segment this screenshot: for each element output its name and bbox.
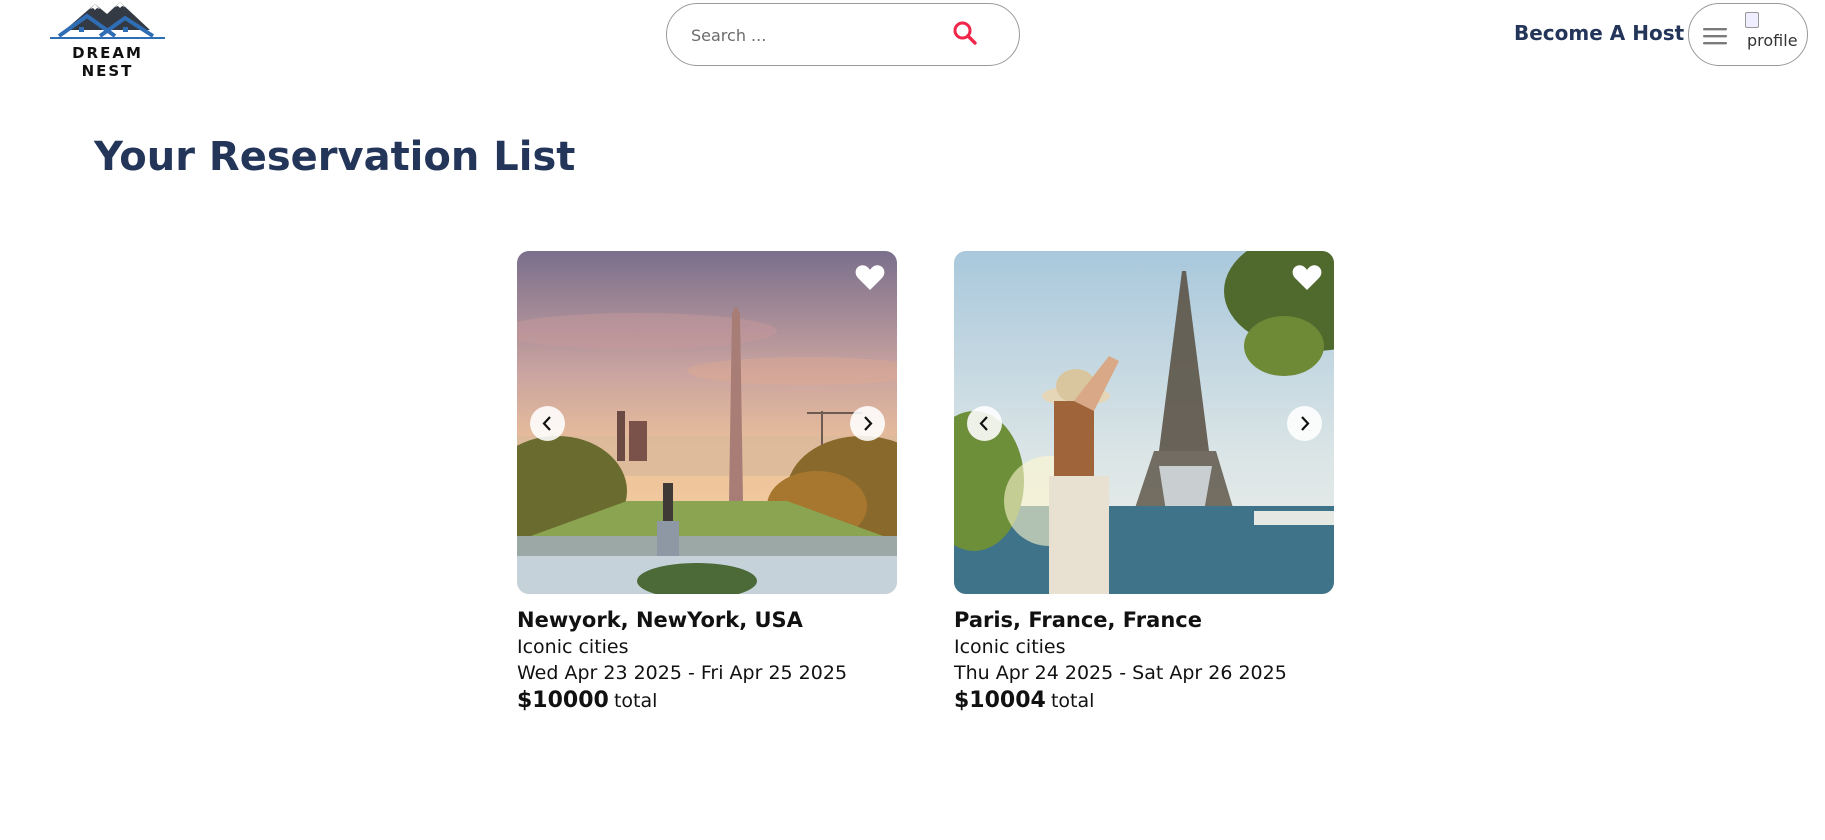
- reservation-info: Newyork, NewYork, USA Iconic cities Wed …: [517, 608, 897, 713]
- reservation-price: $10000: [517, 688, 609, 713]
- carousel-prev-button[interactable]: [967, 406, 1002, 441]
- reservation-info: Paris, France, France Iconic cities Thu …: [954, 608, 1334, 713]
- broken-image-icon: [1745, 12, 1759, 28]
- heart-icon[interactable]: [855, 263, 885, 291]
- reservation-card[interactable]: Newyork, NewYork, USA Iconic cities Wed …: [517, 251, 897, 713]
- carousel-next-button[interactable]: [850, 406, 885, 441]
- chevron-left-icon: [979, 416, 988, 431]
- page-title: Your Reservation List: [94, 134, 576, 180]
- reservation-location: Paris, France, France: [954, 608, 1202, 632]
- profile-avatar: profile: [1745, 12, 1799, 58]
- chevron-left-icon: [542, 416, 551, 431]
- listing-photo: [517, 251, 897, 594]
- reservation-price-row: $10000 total: [517, 688, 897, 713]
- house-mountain-logo-icon: [50, 2, 165, 39]
- reservation-dates: Thu Apr 24 2025 - Sat Apr 26 2025: [954, 662, 1287, 684]
- heart-icon[interactable]: [1292, 263, 1322, 291]
- profile-alt-text: profile: [1747, 31, 1798, 50]
- reservation-price-row: $10004 total: [954, 688, 1334, 713]
- account-menu-button[interactable]: profile: [1688, 3, 1808, 66]
- price-suffix: total: [613, 690, 658, 712]
- chevron-right-icon: [1301, 416, 1310, 431]
- reservation-category: Iconic cities: [954, 636, 1066, 658]
- price-suffix: total: [1050, 690, 1095, 712]
- listing-photo-carousel: [517, 251, 897, 594]
- reservation-card[interactable]: Paris, France, France Iconic cities Thu …: [954, 251, 1334, 713]
- search-input[interactable]: [691, 22, 931, 48]
- become-host-link[interactable]: Become A Host: [1514, 18, 1684, 48]
- reservation-dates: Wed Apr 23 2025 - Fri Apr 25 2025: [517, 662, 848, 684]
- listing-photo: [954, 251, 1334, 594]
- chevron-right-icon: [864, 416, 873, 431]
- carousel-next-button[interactable]: [1287, 406, 1322, 441]
- brand-name: DREAM NEST: [72, 44, 143, 80]
- reservation-price: $10004: [954, 688, 1046, 713]
- brand-logo[interactable]: DREAM NEST: [45, 0, 170, 80]
- hamburger-menu-icon: [1703, 28, 1727, 45]
- navbar: DREAM NEST Become A Host profile: [0, 0, 1825, 80]
- search-icon[interactable]: [952, 20, 978, 46]
- reservation-category: Iconic cities: [517, 636, 629, 658]
- reservation-location: Newyork, NewYork, USA: [517, 608, 803, 632]
- carousel-prev-button[interactable]: [530, 406, 565, 441]
- listing-photo-carousel: [954, 251, 1334, 594]
